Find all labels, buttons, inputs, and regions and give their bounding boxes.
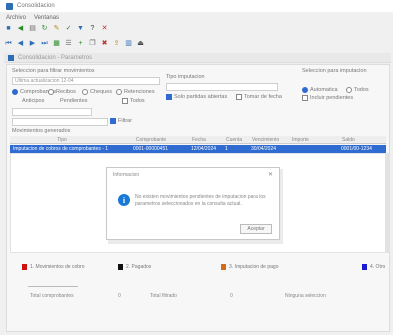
exit-icon[interactable]: ⏏ <box>136 39 145 48</box>
column-fecha[interactable]: Fecha <box>188 137 222 143</box>
radio-recibos[interactable]: Recibos <box>48 89 76 95</box>
filter-section-label: Seleccion para filtrar movimientos <box>12 68 95 74</box>
column-cuenta[interactable]: Cuenta <box>222 137 248 143</box>
legend-swatch-black <box>118 264 123 270</box>
app-icon <box>6 2 13 10</box>
radio-cheques[interactable]: Cheques <box>82 89 112 95</box>
first-icon[interactable]: ⏮ <box>4 39 13 48</box>
cell-cuenta: 1 <box>225 146 228 152</box>
legend-item-otro: 4. Otro <box>362 264 385 270</box>
back-icon[interactable]: ◀ <box>16 24 25 33</box>
check-icon[interactable]: ✓ <box>64 24 73 33</box>
vertical-scrollbar[interactable] <box>386 153 390 253</box>
toolbar-top: ■ ◀ ▤ ↻ ✎ ✓ ▼ ? ✕ <box>4 24 109 33</box>
imputation-selection-label: Seleccion para imputacion <box>302 68 367 74</box>
save-icon[interactable]: ■ <box>4 24 13 33</box>
table-row[interactable]: Imputacion de cobros de comprobantes - 1… <box>10 145 386 153</box>
dialog-title: Informacion <box>113 172 140 178</box>
menu-bar: Archivo Ventanas <box>0 13 59 23</box>
menu-item-ventanas[interactable]: Ventanas <box>34 15 59 21</box>
column-tipo[interactable]: Tipo <box>10 137 110 143</box>
info-icon: i <box>118 194 130 206</box>
prev-icon[interactable]: ◀ <box>16 39 25 48</box>
option-todos[interactable]: Todos <box>122 98 145 104</box>
filter-refresh-button[interactable]: Filtrar <box>110 118 132 124</box>
filter-combo[interactable] <box>12 108 92 116</box>
open-items-checkbox[interactable]: Solo partidas abiertas <box>166 94 227 100</box>
chart-icon[interactable]: ▥ <box>124 39 133 48</box>
subwindow-titlebar: Consolidacion - Parametros <box>4 53 391 63</box>
export-icon[interactable]: ⇪ <box>112 39 121 48</box>
total-label: Total comprobantes <box>30 293 74 299</box>
grid-section-label: Movimientos generados <box>12 128 71 134</box>
radio-retenciones[interactable]: Retenciones <box>116 89 155 95</box>
close-icon[interactable]: ✕ <box>268 171 273 178</box>
last-icon[interactable]: ⏭ <box>40 39 49 48</box>
edit-icon[interactable]: ✎ <box>52 24 61 33</box>
window-titlebar: Consolidacion <box>0 0 393 12</box>
legend-item-imputacion: 3. Imputacion de pago <box>221 264 278 270</box>
radio-todos[interactable]: Todos <box>346 87 369 93</box>
date-filter-value: Ultima actualizacion 12-04 <box>15 78 74 84</box>
legend-swatch-orange <box>221 264 226 270</box>
date-checkbox[interactable]: Tomar de fecha <box>236 94 282 100</box>
radio-automatica[interactable]: Automatica <box>302 87 338 93</box>
tool-icon[interactable]: ✕ <box>100 24 109 33</box>
subwindow-title: Consolidacion - Parametros <box>18 54 93 61</box>
option-anticipos[interactable]: Anticipos <box>22 98 44 104</box>
print-icon[interactable]: ▤ <box>28 24 37 33</box>
cell-comprobante: 0001-00000451 <box>132 146 169 152</box>
column-importe[interactable]: Importe <box>288 137 338 143</box>
next-icon[interactable]: ▶ <box>28 39 37 48</box>
legend-swatch-blue <box>362 264 367 270</box>
refresh-icon[interactable]: ↻ <box>40 24 49 33</box>
cell-saldo: 0001/00-1234 <box>341 146 372 152</box>
total-value: 0 <box>118 293 121 299</box>
toolbar-navigation: ⏮ ◀ ▶ ⏭ ▦ ☰ + ❐ ✖ ⇪ ▥ ⏏ <box>4 39 145 48</box>
filtered-value: 0 <box>230 293 233 299</box>
include-pending-checkbox[interactable]: Incluir pendientes <box>302 95 353 101</box>
legend-item-pagados: 2. Pagados <box>118 264 151 270</box>
column-vencimiento[interactable]: Vencimiento <box>248 137 288 143</box>
add-icon[interactable]: + <box>76 39 85 48</box>
option-pendientes[interactable]: Pendientes <box>60 98 88 104</box>
menu-item-archivo[interactable]: Archivo <box>6 15 26 21</box>
list-icon[interactable]: ☰ <box>64 39 73 48</box>
grid-header: Tipo Comprobante Fecha Cuenta Vencimient… <box>10 136 386 144</box>
column-saldo[interactable]: Saldo <box>338 137 368 143</box>
window-title: Consolidacion <box>17 3 55 9</box>
status-text: Ninguna seleccion <box>285 293 326 299</box>
delete-icon[interactable]: ✖ <box>100 39 109 48</box>
imputation-type-label: Tipo imputacion <box>166 74 205 80</box>
column-comprobante[interactable]: Comprobante <box>110 137 188 143</box>
filter-combo-2[interactable] <box>12 118 108 126</box>
legend-item-cobro: 1. Movimientos de cobro <box>22 264 84 270</box>
legend-swatch-red <box>22 264 27 270</box>
filtered-label: Total filtrado <box>150 293 177 299</box>
imputation-type-input[interactable] <box>166 83 278 91</box>
grid-icon[interactable]: ▦ <box>52 39 61 48</box>
subwindow-icon <box>8 54 14 61</box>
cell-tipo: Imputacion de cobros de comprobantes - 1 <box>13 146 109 152</box>
help-icon[interactable]: ? <box>88 24 97 33</box>
date-filter-input[interactable]: Ultima actualizacion 12-04 <box>12 77 160 85</box>
dialog-message: No existen movimientos pendientes de imp… <box>135 194 266 207</box>
cell-fecha: 12/04/2024 <box>191 146 217 152</box>
filter-icon[interactable]: ▼ <box>76 24 85 33</box>
info-dialog: Informacion ✕ i No existen movimientos p… <box>106 167 280 240</box>
ok-button[interactable]: Aceptar <box>240 224 272 234</box>
copy-icon[interactable]: ❐ <box>88 39 97 48</box>
footer-divider <box>28 286 78 287</box>
cell-vencimiento: 30/04/2024 <box>251 146 277 152</box>
